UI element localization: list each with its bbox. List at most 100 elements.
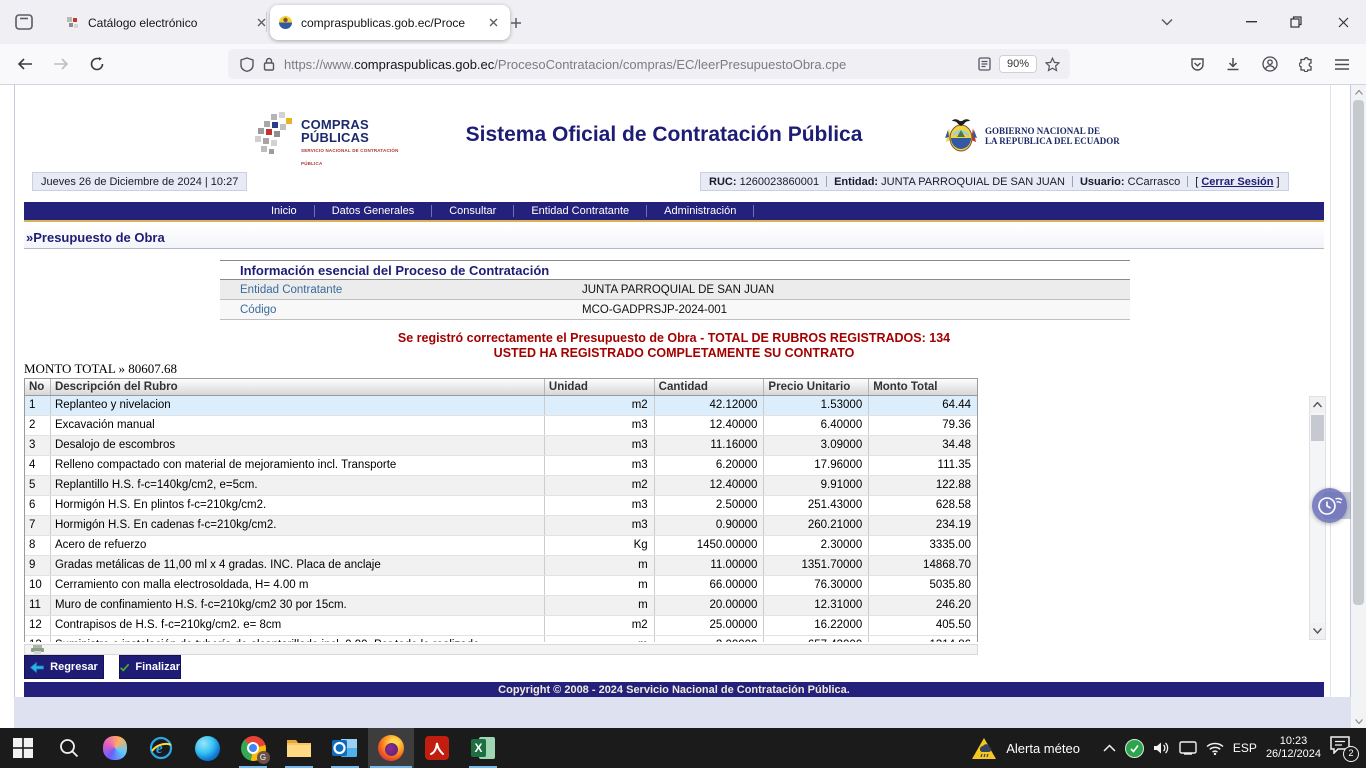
tab-close-icon[interactable] (484, 14, 502, 32)
taskbar-ie-button[interactable]: e (138, 728, 184, 768)
menu-item-datos-generales[interactable]: Datos Generales (315, 205, 432, 217)
main-menu: InicioDatos GeneralesConsultarEntidad Co… (24, 202, 1324, 220)
finalizar-button[interactable]: Finalizar (119, 655, 181, 679)
taskbar-edge-button[interactable] (184, 728, 230, 768)
browser-tab-bar: Catálogo electrónico compraspublicas.gob… (0, 0, 1366, 44)
table-cell: 5 (25, 476, 51, 495)
firefox-view-button[interactable] (10, 9, 38, 35)
page-bottom-margin (14, 697, 1351, 728)
new-tab-button[interactable] (504, 11, 528, 35)
info-row: Entidad Contratante JUNTA PARROQUIAL DE … (220, 280, 1130, 300)
session-bar: RUC: 1260023860001 Entidad: JUNTA PARROQ… (700, 172, 1289, 191)
browser-scroll-thumb[interactable] (1353, 100, 1364, 605)
table-row[interactable]: 5Replantillo H.S. f-c=140kg/cm2, e=5cm.m… (25, 476, 977, 496)
menu-item-inicio[interactable]: Inicio (254, 205, 314, 217)
wifi-icon[interactable] (1206, 742, 1224, 755)
table-cell: 246.20 (869, 596, 977, 615)
ecuador-coat-of-arms-icon (945, 116, 977, 156)
taskbar-chrome-button[interactable]: G (230, 728, 276, 768)
clock[interactable]: 10:23 26/12/2024 (1266, 735, 1321, 761)
downloads-icon[interactable] (1219, 51, 1247, 77)
table-cell: m (545, 576, 655, 595)
logout-link[interactable]: Cerrar Sesión (1201, 176, 1273, 188)
cast-display-icon[interactable] (1179, 741, 1197, 755)
table-row[interactable]: 6Hormigón H.S. En plintos f-c=210kg/cm2.… (25, 496, 977, 516)
table-cell: 657.43000 (764, 636, 869, 642)
pocket-icon[interactable] (1183, 51, 1211, 77)
table-scroll-up-button[interactable] (1310, 397, 1325, 413)
table-cell: 6.20000 (655, 456, 765, 475)
page-left-border (14, 85, 15, 728)
menu-item-entidad-contratante[interactable]: Entidad Contratante (514, 205, 646, 217)
tray-expand-chevron-icon[interactable] (1103, 744, 1116, 752)
table-cell: 14868.70 (869, 556, 977, 575)
table-cell: m3 (545, 516, 655, 535)
windows-taskbar: e G (0, 728, 1366, 768)
window-restore-button[interactable] (1281, 10, 1311, 34)
tab-list-dropdown-button[interactable] (1152, 10, 1182, 34)
column-header: Unidad (545, 379, 655, 395)
clock-wings-badge[interactable] (1312, 488, 1347, 523)
tab-close-icon[interactable] (252, 14, 270, 32)
usuario-label: Usuario: (1080, 176, 1125, 188)
table-row[interactable]: 9Gradas metálicas de 11,00 ml x 4 gradas… (25, 556, 977, 576)
bookmark-star-icon[interactable] (1045, 57, 1060, 72)
zoom-level-badge[interactable]: 90% (999, 55, 1037, 73)
table-cell: 12.40000 (655, 476, 765, 495)
tab-catalogo-electronico[interactable]: Catálogo electrónico (58, 6, 278, 39)
account-icon[interactable] (1256, 51, 1284, 77)
taskbar-outlook-button[interactable] (322, 728, 368, 768)
notification-center-button[interactable]: 2 (1330, 736, 1356, 760)
table-row[interactable]: 1Replanteo y nivelacionm242.120001.53000… (25, 396, 977, 416)
regresar-button[interactable]: Regresar (24, 655, 104, 679)
lock-icon[interactable] (263, 57, 275, 71)
reload-button[interactable] (84, 51, 110, 77)
tab-compraspublicas[interactable]: compraspublicas.gob.ec/Proce (270, 5, 510, 40)
start-button[interactable] (0, 728, 46, 768)
back-button[interactable] (12, 51, 38, 77)
url-bar[interactable]: https://www.compraspublicas.gob.ec/Proce… (228, 49, 1070, 79)
taskbar-file-explorer-button[interactable] (276, 728, 322, 768)
weather-label[interactable]: Alerta méteo (1006, 741, 1080, 756)
table-scroll-down-button[interactable] (1310, 623, 1325, 639)
browser-scroll-down-button[interactable] (1351, 714, 1366, 728)
print-icon[interactable] (31, 645, 44, 654)
taskbar-firefox-button[interactable] (368, 728, 414, 768)
taskbar-acrobat-button[interactable] (414, 728, 460, 768)
browser-scrollbar[interactable] (1351, 85, 1366, 728)
forward-button[interactable] (48, 51, 74, 77)
weather-alert-icon[interactable] (971, 737, 997, 760)
tab-separator (266, 12, 267, 32)
back-arrow-icon (30, 662, 44, 673)
table-row[interactable]: 11Muro de confinamiento H.S. f-c=210kg/c… (25, 596, 977, 616)
taskbar-copilot-button[interactable] (92, 728, 138, 768)
table-row[interactable]: 3Desalojo de escombrosm311.160003.090003… (25, 436, 977, 456)
window-minimize-button[interactable] (1236, 10, 1266, 34)
language-indicator[interactable]: ESP (1233, 741, 1257, 755)
menu-item-administración[interactable]: Administración (647, 205, 753, 217)
table-row[interactable]: 12Contrapisos de H.S. f-c=210kg/cm2. e= … (25, 616, 977, 636)
table-row[interactable]: 2Excavación manualm312.400006.4000079.36 (25, 416, 977, 436)
table-cell: Muro de confinamiento H.S. f-c=210kg/cm2… (51, 596, 545, 615)
table-row[interactable]: 7Hormigón H.S. En cadenas f-c=210kg/cm2.… (25, 516, 977, 536)
table-cell: Acero de refuerzo (51, 536, 545, 555)
antivirus-tray-icon[interactable] (1125, 739, 1144, 758)
column-header: Precio Unitario (764, 379, 869, 395)
table-row[interactable]: 13Suministro e instalación de tubería de… (25, 636, 977, 642)
window-close-button[interactable] (1328, 10, 1358, 34)
extensions-icon[interactable] (1292, 51, 1320, 77)
menu-item-consultar[interactable]: Consultar (432, 205, 513, 217)
browser-scroll-up-button[interactable] (1351, 85, 1366, 99)
table-scroll-thumb[interactable] (1311, 415, 1324, 441)
volume-icon[interactable] (1153, 741, 1170, 755)
firefox-icon (378, 735, 404, 761)
reader-mode-icon[interactable] (978, 57, 991, 71)
table-row[interactable]: 10Cerramiento con malla electrosoldada, … (25, 576, 977, 596)
table-cell: 1.53000 (764, 396, 869, 415)
taskbar-search-button[interactable] (46, 728, 92, 768)
app-menu-icon[interactable] (1328, 51, 1356, 77)
table-row[interactable]: 4Relleno compactado con material de mejo… (25, 456, 977, 476)
taskbar-excel-button[interactable]: X (460, 728, 506, 768)
tracking-shield-icon[interactable] (240, 57, 254, 72)
table-row[interactable]: 8Acero de refuerzoKg1450.000002.30000333… (25, 536, 977, 556)
